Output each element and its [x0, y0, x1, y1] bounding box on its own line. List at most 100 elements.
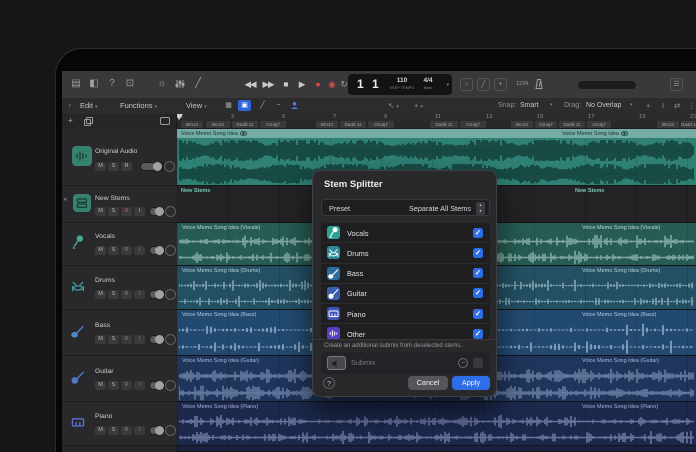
tuner-button[interactable]: ○ — [460, 78, 473, 91]
pan-knob[interactable] — [165, 380, 176, 391]
track-header-drums[interactable]: Drums M S R I — [62, 266, 177, 310]
grid-view-icon[interactable]: ▦ — [222, 100, 235, 111]
playhead-marker[interactable] — [177, 114, 183, 120]
toolbar-icon[interactable]: ⊡ — [122, 77, 138, 91]
input-monitor-button[interactable]: I — [134, 207, 145, 216]
editors-icon[interactable]: ╱ — [190, 77, 206, 91]
input-monitor-button[interactable]: I — [134, 426, 145, 435]
flex-icon[interactable]: ~ — [272, 100, 285, 111]
mute-button[interactable]: M — [95, 162, 106, 171]
pencil-button[interactable]: ╱ — [477, 78, 490, 91]
input-monitor-button[interactable]: I — [134, 335, 145, 344]
chord-chip[interactable]: Dadd 11 — [340, 121, 366, 128]
record-enable-button[interactable]: R — [121, 381, 132, 390]
ruler-bar-5[interactable]: 5 — [282, 114, 285, 121]
pan-knob[interactable] — [165, 334, 176, 345]
ruler-bar-3[interactable]: 3 — [231, 114, 234, 121]
chord-chip[interactable]: Bm13 — [181, 121, 203, 128]
track-name[interactable]: Original Audio — [95, 148, 137, 155]
regions-view-icon[interactable]: ▣ — [238, 100, 251, 111]
input-monitor-button[interactable]: I — [134, 381, 145, 390]
record-enable-button[interactable]: R — [121, 335, 132, 344]
track-header-new-stems[interactable]: ▾ New Stems M S R I — [62, 186, 177, 223]
pan-knob[interactable] — [165, 289, 176, 300]
volume-slider[interactable] — [149, 381, 165, 390]
volume-slider[interactable] — [149, 246, 165, 255]
lcd-display[interactable]: 1 1 110 KEEP TEMPO 4/4 Bmin ▾ — [348, 74, 452, 95]
ruler-bar-15[interactable]: 15 — [537, 114, 543, 121]
header-view-icon[interactable] — [160, 117, 170, 125]
record-enable-button[interactable]: R — [121, 162, 132, 171]
pan-knob[interactable] — [165, 245, 176, 256]
cancel-button[interactable]: Cancel — [408, 376, 448, 390]
play-button[interactable]: ▶ — [294, 78, 310, 90]
functions-menu[interactable]: Functions ▾ — [120, 100, 157, 113]
track-header-original-audio[interactable]: Original Audio M S R — [62, 129, 177, 186]
chord-chip[interactable]: Gmaj7 — [460, 121, 486, 128]
edit-menu[interactable]: Edit ▾ — [80, 100, 98, 113]
catch-playhead-icon[interactable]: ⇄ — [674, 100, 680, 111]
chord-chip[interactable]: Dadd 11 — [681, 121, 696, 128]
chevron-down-icon[interactable]: ▾ — [630, 100, 633, 111]
chord-chip[interactable]: Dadd 11 — [232, 121, 258, 128]
solo-button[interactable]: S — [108, 426, 119, 435]
stop-button[interactable]: ■ — [278, 78, 294, 90]
input-monitor-button[interactable]: I — [134, 290, 145, 299]
session-player-icon[interactable] — [288, 100, 301, 111]
mute-button[interactable]: M — [95, 381, 106, 390]
solo-button[interactable]: S — [108, 290, 119, 299]
more-options-icon[interactable]: ⋮ — [688, 100, 696, 111]
mute-button[interactable]: M — [95, 426, 106, 435]
ruler-bar-21[interactable]: 21 — [690, 114, 696, 121]
lcd-chevron-icon[interactable]: ▾ — [447, 82, 449, 88]
rewind-button[interactable]: ◀◀ — [242, 78, 258, 90]
view-menu[interactable]: View ▾ — [186, 100, 207, 113]
disclosure-chevron-icon[interactable]: ▾ — [64, 197, 67, 203]
track-header-piano[interactable]: Piano M S R I — [62, 402, 177, 446]
snap-toggle-icon[interactable]: + — [646, 100, 650, 111]
pointer-tool-menu[interactable]: ↖ ▾ — [388, 100, 399, 113]
solo-button[interactable]: S — [108, 246, 119, 255]
list-editor-button[interactable]: ☰ — [670, 78, 683, 91]
stem-row-bass[interactable]: Bass ✓ — [321, 262, 490, 283]
track-header-vocals[interactable]: Vocals M S R I — [62, 223, 177, 266]
chord-chip[interactable]: Dadd 11 — [430, 121, 458, 128]
automation-icon[interactable]: ╱ — [256, 100, 269, 111]
guitar-checkbox[interactable]: ✓ — [473, 288, 483, 299]
solo-button[interactable]: S — [108, 381, 119, 390]
stem-row-drums[interactable]: Drums ✓ — [321, 242, 490, 262]
preset-row[interactable]: Preset Separate All Stems ▴ ▾ — [321, 199, 490, 216]
add-button[interactable]: + — [494, 78, 507, 91]
snap-select[interactable]: Smart — [520, 100, 539, 111]
stem-row-vocals[interactable]: Vocals ✓ — [321, 223, 490, 242]
chord-chip[interactable]: Bm13 — [316, 121, 338, 128]
chord-chip[interactable]: Gmaj7 — [535, 121, 557, 128]
text-tool-icon[interactable]: I — [662, 100, 664, 111]
mute-button[interactable]: M — [95, 207, 106, 216]
stem-row-piano[interactable]: Piano ✓ — [321, 303, 490, 323]
bar-ruler[interactable]: 1 3 5 7 9 11 13 15 17 19 21 — [177, 114, 696, 121]
ruler-bar-19[interactable]: 19 — [639, 114, 645, 121]
smart-controls-icon[interactable]: ☼ — [154, 77, 170, 91]
record-enable-button[interactable]: R — [121, 426, 132, 435]
add-track-button[interactable]: + — [68, 116, 73, 125]
region-piano[interactable]: Voice Memo Song Idea (Piano) Voice Memo … — [177, 402, 696, 446]
apply-button[interactable]: Apply — [452, 376, 490, 390]
inspector-icon[interactable]: ◧ — [86, 77, 102, 91]
chord-chip[interactable]: Gmaj7 — [260, 121, 286, 128]
volume-slider[interactable] — [149, 207, 165, 216]
track-icon-stack[interactable] — [73, 194, 91, 212]
track-name[interactable]: Bass — [95, 322, 110, 329]
ruler-bar-9[interactable]: 9 — [384, 114, 387, 121]
mute-button[interactable]: M — [95, 290, 106, 299]
vocals-checkbox[interactable]: ✓ — [473, 227, 483, 238]
chord-track[interactable]: Bm13 Bm13 Dadd 11 Gmaj7 Bm13 Dadd 11 Gmaj7 Dadd… — [177, 121, 696, 129]
chord-chip[interactable]: Bm13 — [206, 121, 230, 128]
record-enable-button[interactable]: R — [121, 246, 132, 255]
ruler-bar-7[interactable]: 7 — [333, 114, 336, 121]
piano-checkbox[interactable]: ✓ — [473, 308, 483, 319]
drag-select[interactable]: No Overlap — [586, 100, 621, 111]
stem-row-guitar[interactable]: Guitar ✓ — [321, 282, 490, 303]
ruler-bar-11[interactable]: 11 — [435, 114, 441, 121]
chord-chip[interactable]: Bm13 — [511, 121, 533, 128]
